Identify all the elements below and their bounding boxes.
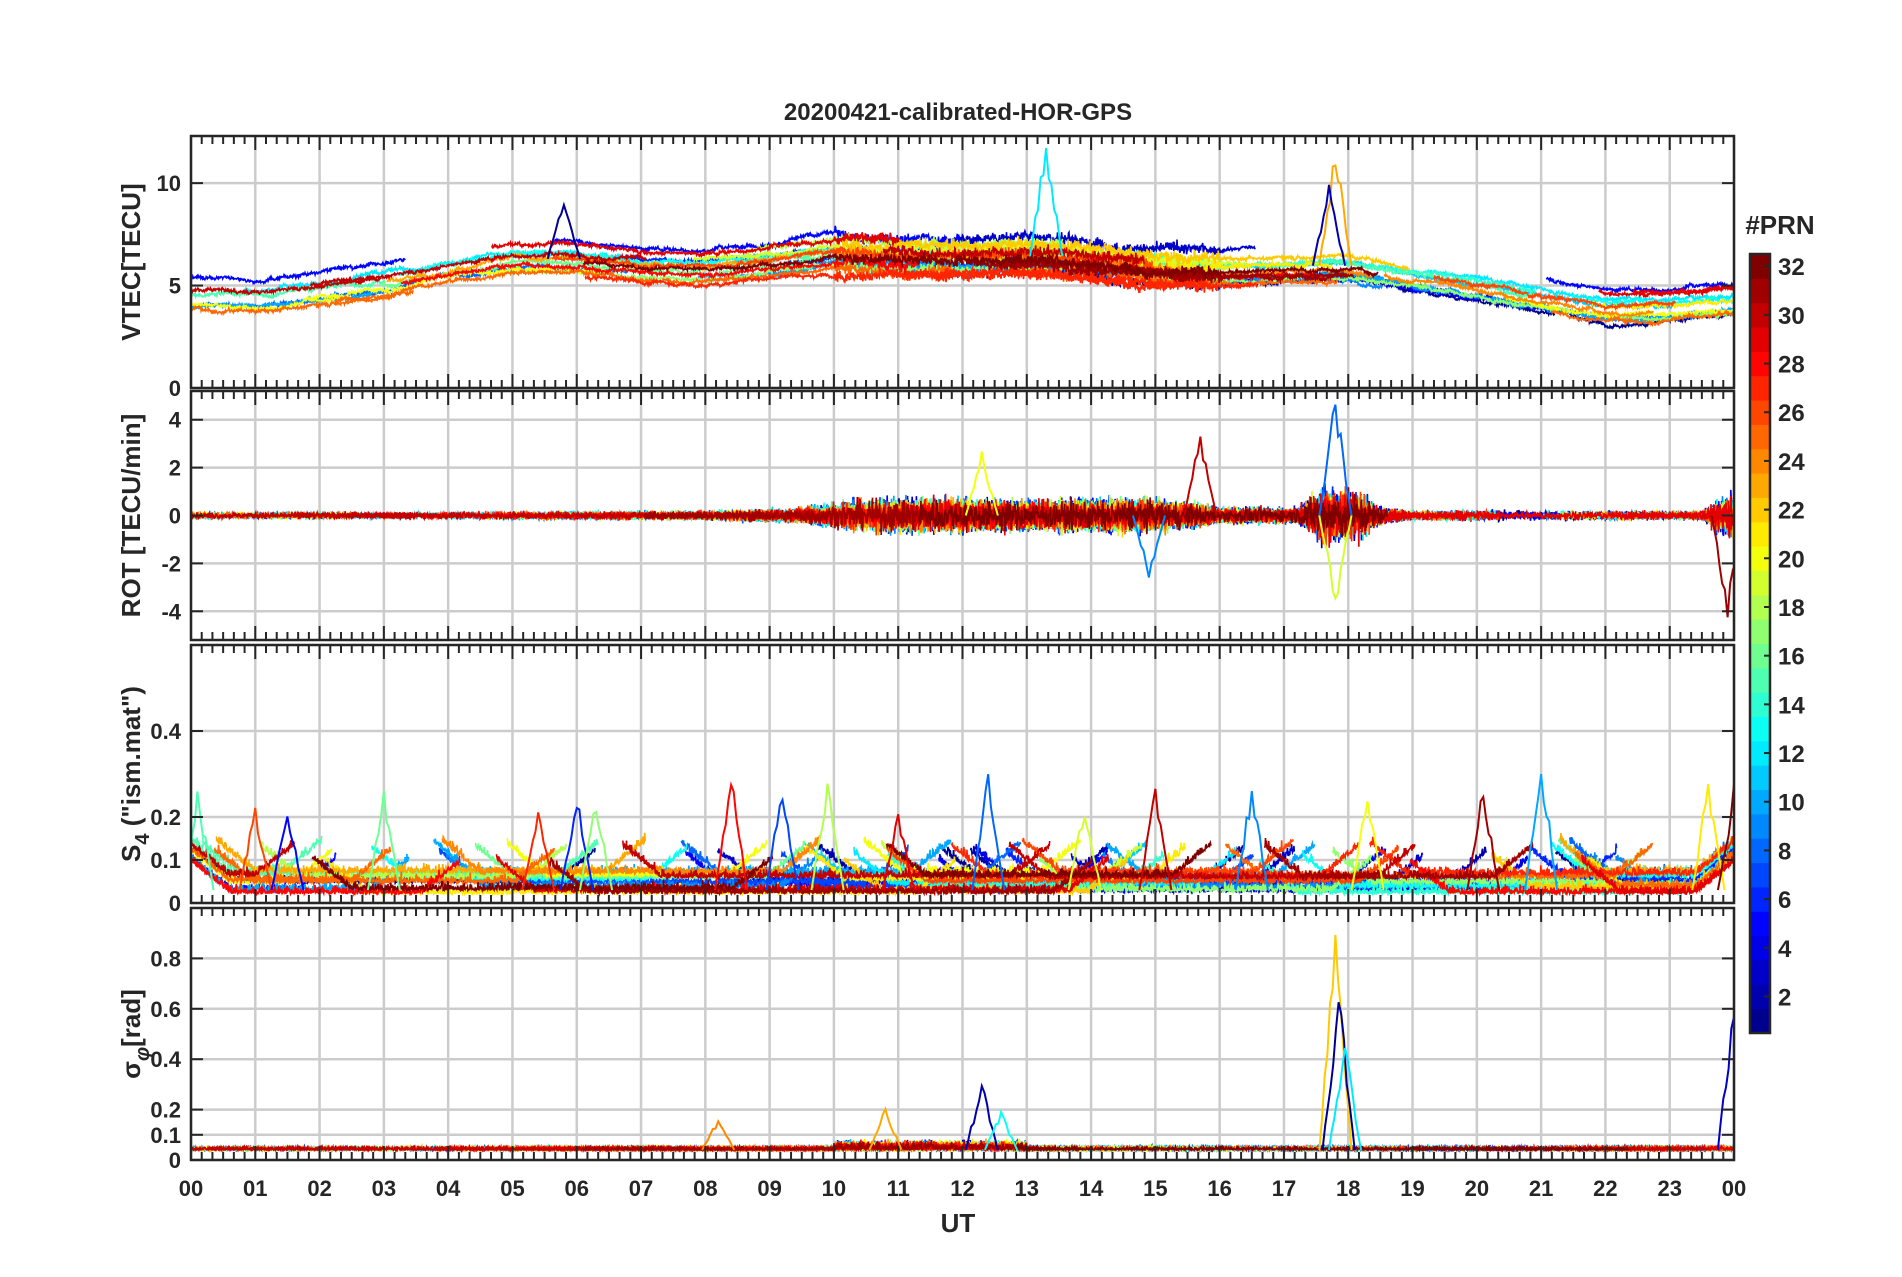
x-tick-label: 16: [1207, 1176, 1231, 1201]
x-tick-label: 22: [1593, 1176, 1617, 1201]
y-axis-label: ROT [TECU/min]: [116, 414, 146, 618]
x-tick-label: 02: [307, 1176, 331, 1201]
colorbar-tick-label: 20: [1778, 546, 1805, 573]
x-tick-label: 18: [1336, 1176, 1360, 1201]
y-tick-label: -4: [161, 599, 181, 624]
colorbar-segment: [1750, 959, 1770, 985]
colorbar-segment: [1750, 375, 1770, 401]
colorbar-tick-label: 22: [1778, 498, 1805, 525]
x-tick-label: 13: [1015, 1176, 1039, 1201]
x-tick-label: 03: [372, 1176, 396, 1201]
y-axis-label: σφ[rad]: [116, 989, 154, 1079]
colorbar-tick-label: 26: [1778, 400, 1805, 427]
colorbar-segment: [1750, 619, 1770, 644]
x-tick-label: 07: [629, 1176, 653, 1201]
colorbar-tick-label: 10: [1778, 790, 1805, 817]
colorbar-tick-label: 14: [1778, 692, 1805, 719]
panel-vtec: 0 5 10 VTEC[TECU]: [116, 134, 1736, 401]
y-tick-label: 0.8: [150, 946, 181, 971]
x-tick-label: 20: [1465, 1176, 1489, 1201]
y-tick-label: 10: [157, 171, 181, 196]
x-tick-label: 00: [179, 1176, 203, 1201]
y-axis-label-main: S: [116, 845, 146, 862]
colorbar-segment: [1750, 716, 1770, 742]
x-tick-label: 15: [1143, 1176, 1167, 1201]
x-tick-label: 00: [1722, 1176, 1746, 1201]
y-tick-label: 0: [169, 504, 181, 529]
x-tick-label: 01: [243, 1176, 267, 1201]
colorbar-segment: [1750, 813, 1770, 839]
panel-sigma_phi: 00.10.2 0.4 0.6 0.8 σφ[rad] 00 01 02 03 04 05 06 07 0…: [116, 906, 1746, 1201]
x-tick-label: 23: [1657, 1176, 1681, 1201]
colorbar-tick-label: 4: [1778, 936, 1792, 963]
colorbar-tick-label: 28: [1778, 352, 1805, 379]
y-axis-label-main: σ: [116, 1061, 146, 1079]
x-tick-label: 09: [757, 1176, 781, 1201]
colorbar-segment: [1750, 278, 1770, 304]
colorbar-tick-label: 32: [1778, 254, 1805, 281]
y-axis-label: S4 ("ism.mat"): [116, 686, 154, 862]
colorbar-segment: [1750, 862, 1770, 888]
x-tick-label: 14: [1079, 1176, 1104, 1201]
x-tick-label: 21: [1529, 1176, 1553, 1201]
y-tick-label: 0.6: [150, 997, 181, 1022]
x-tick-label: 06: [565, 1176, 589, 1201]
colorbar-segment: [1750, 667, 1770, 693]
colorbar-tick-label: 16: [1778, 644, 1805, 671]
x-tick-label: 08: [693, 1176, 717, 1201]
colorbar-label: #PRN: [1745, 210, 1814, 240]
colorbar-tick-label: 8: [1778, 838, 1791, 865]
y-axis-label-rest: ("ism.mat"): [116, 686, 146, 833]
y-tick-label: 0.2: [150, 1098, 181, 1123]
colorbar-tick-label: 12: [1778, 741, 1805, 768]
x-tick-label: 05: [500, 1176, 524, 1201]
colorbar-tick-label: 6: [1778, 887, 1791, 914]
colorbar-segment: [1750, 911, 1770, 937]
x-tick-label: 17: [1272, 1176, 1296, 1201]
y-axis-label-rest: [rad]: [116, 989, 146, 1047]
colorbar-segment: [1750, 570, 1770, 596]
y-tick-label: 0: [169, 1148, 181, 1173]
colorbar-tick-label: 30: [1778, 303, 1805, 330]
y-tick-label: -2: [161, 551, 181, 576]
y-tick-label: 0.4: [150, 1047, 181, 1072]
y-tick-label: 0.1: [150, 848, 181, 873]
y-tick-label: 4: [169, 408, 182, 433]
y-tick-label: 0: [169, 891, 181, 916]
figure: 20200421-calibrated-HOR-GPS UT #PRN 0 5 10…: [0, 0, 1902, 1272]
panel-s4: 0 0.1 0.2 0.4S4 ("ism.mat"): [116, 643, 1736, 916]
panels-layer: 0510VTEC[TECU]-4-2024ROT [TECU/min]00.10…: [116, 134, 1746, 1201]
y-tick-label: 5: [169, 274, 181, 299]
y-tick-label: 0.1: [150, 1123, 181, 1148]
chart-svg: 20200421-calibrated-HOR-GPS UT #PRN 0510…: [116, 99, 1815, 1238]
y-tick-label: 0.2: [150, 805, 181, 830]
colorbar-segment: [1750, 473, 1770, 498]
x-tick-label: 11: [887, 1176, 910, 1201]
colorbar-segment: [1750, 765, 1770, 791]
y-axis-label-sub: φ: [132, 1047, 154, 1061]
colorbar-tick-label: 18: [1778, 595, 1805, 622]
colorbar-segment: [1750, 327, 1770, 352]
x-tick-label: 04: [436, 1176, 461, 1201]
colorbar-segment: [1750, 521, 1770, 547]
y-tick-label: 2: [169, 456, 181, 481]
x-tick-label: 12: [950, 1176, 974, 1201]
colorbar: 2468101214161820222426283032: [1748, 252, 1805, 1035]
colorbar-segment: [1750, 1008, 1770, 1034]
y-tick-label: 0: [169, 376, 181, 401]
chart-title: 20200421-calibrated-HOR-GPS: [784, 99, 1132, 126]
x-axis-label: UT: [941, 1208, 976, 1238]
y-tick-label: 0.4: [150, 719, 181, 744]
x-tick-label: 19: [1400, 1176, 1424, 1201]
y-axis-label: VTEC[TECU]: [116, 183, 146, 340]
colorbar-tick-label: 2: [1778, 984, 1791, 1011]
panel-rot: -4 -2 0 2 4 ROT [TECU/min]: [116, 389, 1736, 642]
colorbar-segment: [1750, 424, 1770, 450]
x-tick-label: 10: [822, 1176, 846, 1201]
colorbar-tick-label: 24: [1778, 449, 1805, 476]
